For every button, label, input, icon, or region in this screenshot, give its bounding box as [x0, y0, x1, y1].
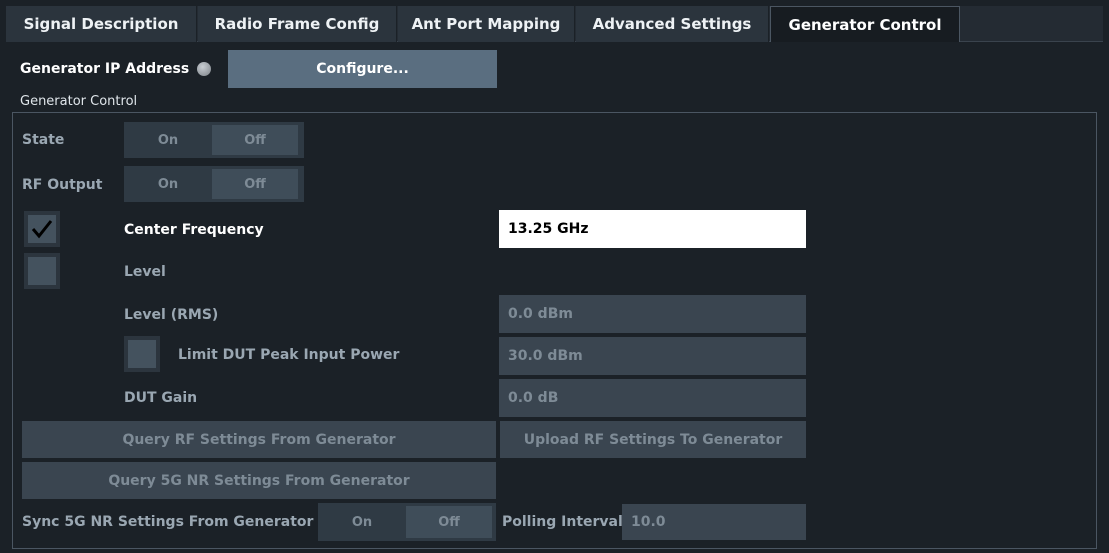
level-rms-input[interactable]: 0.0 dBm [499, 295, 806, 333]
limit-dut-input[interactable]: 30.0 dBm [499, 337, 806, 375]
tab-bar: Signal Description Radio Frame Config An… [6, 6, 1103, 42]
level-checkbox-box [28, 257, 56, 285]
center-frequency-checkbox[interactable] [24, 211, 60, 247]
sync-5g-label: Sync 5G NR Settings From Generator [22, 514, 314, 530]
tab-generator-control[interactable]: Generator Control [770, 6, 960, 42]
query-5g-nr-settings-button[interactable]: Query 5G NR Settings From Generator [22, 462, 496, 499]
checkmark-icon [31, 220, 53, 239]
rf-output-toggle[interactable]: On Off [124, 166, 304, 202]
group-title: Generator Control [20, 93, 138, 109]
level-rms-label: Level (RMS) [124, 307, 219, 323]
tab-signal-description[interactable]: Signal Description [6, 6, 197, 42]
center-frequency-input[interactable]: 13.25 GHz [499, 210, 806, 248]
state-toggle[interactable]: On Off [124, 122, 304, 158]
rf-output-off-option[interactable]: Off [212, 169, 298, 199]
limit-dut-checkbox[interactable] [124, 336, 160, 372]
dut-gain-input[interactable]: 0.0 dB [499, 379, 806, 417]
limit-dut-label: Limit DUT Peak Input Power [178, 347, 400, 363]
rf-output-on-option[interactable]: On [124, 166, 212, 202]
sync-5g-toggle[interactable]: On Off [318, 503, 496, 541]
level-checkbox[interactable] [24, 253, 60, 289]
query-rf-settings-button[interactable]: Query RF Settings From Generator [22, 421, 496, 458]
sync-5g-on-option[interactable]: On [318, 503, 406, 541]
generator-ip-text: Generator IP Address [20, 61, 190, 77]
dut-gain-label: DUT Gain [124, 390, 198, 406]
polling-interval-label: Polling Interval [502, 514, 623, 530]
tab-radio-frame-config[interactable]: Radio Frame Config [198, 6, 397, 42]
state-on-option[interactable]: On [124, 122, 212, 158]
tab-advanced-settings[interactable]: Advanced Settings [576, 6, 769, 42]
polling-interval-input[interactable]: 10.0 [622, 504, 806, 540]
level-label: Level [124, 264, 166, 280]
tab-ant-port-mapping[interactable]: Ant Port Mapping [398, 6, 575, 42]
generator-ip-label: Generator IP Address [20, 58, 212, 80]
limit-dut-checkbox-box [128, 340, 156, 368]
sync-5g-off-option[interactable]: Off [406, 506, 492, 538]
connection-status-led-icon [197, 62, 212, 76]
center-frequency-checkbox-box [28, 215, 56, 243]
rf-output-label: RF Output [22, 177, 103, 193]
configure-button[interactable]: Configure... [228, 50, 497, 88]
center-frequency-label: Center Frequency [124, 222, 264, 238]
state-label: State [22, 132, 65, 148]
state-off-option[interactable]: Off [212, 125, 298, 155]
upload-rf-settings-button[interactable]: Upload RF Settings To Generator [500, 421, 806, 458]
